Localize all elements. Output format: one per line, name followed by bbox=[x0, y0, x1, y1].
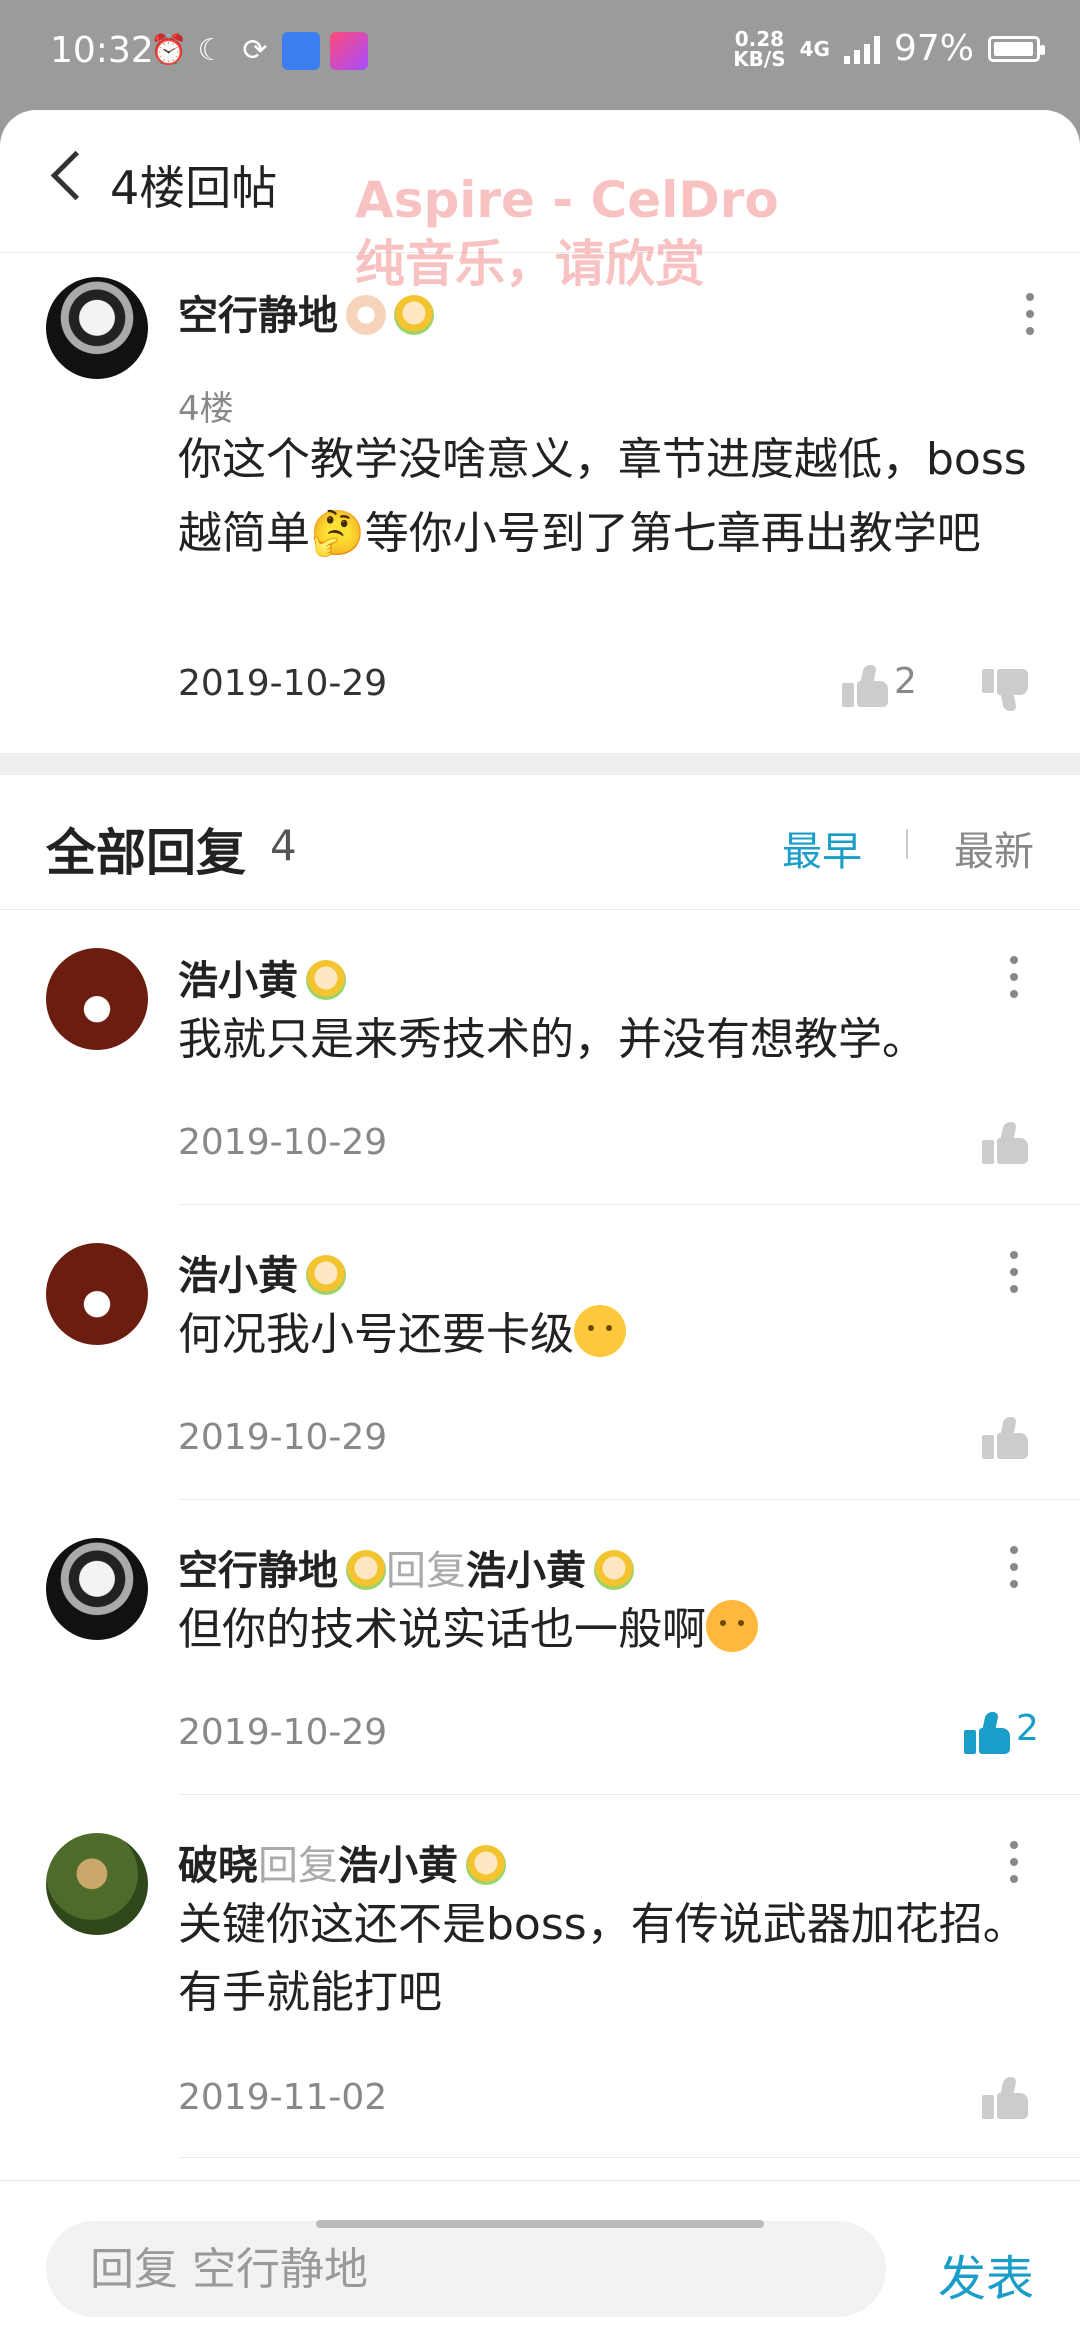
dislike-icon[interactable] bbox=[982, 669, 1028, 711]
reply-item: 浩小黄 何况我小号还要卡级 2019-10-29 bbox=[46, 1205, 1080, 1500]
reply-body: 关键你这还不是boss，有传说武器加花招。有手就能打吧 bbox=[178, 1899, 1027, 2018]
sort-separator bbox=[906, 829, 908, 859]
reply-target-name[interactable]: 浩小黄 bbox=[466, 1548, 586, 1594]
status-bar: 10:32 ⏰ ☾ ⟳ 0.28 KB/S 4G 97% bbox=[0, 0, 1080, 110]
like-icon[interactable] bbox=[842, 665, 888, 707]
reply-text: 何况我小号还要卡级 bbox=[178, 1309, 574, 1360]
avatar[interactable] bbox=[46, 948, 148, 1050]
level-badge-icon bbox=[346, 295, 386, 335]
reply-composer: 发表 bbox=[0, 2180, 1080, 2340]
reply-to-label: 回复 bbox=[386, 1548, 466, 1594]
status-right: 0.28 KB/S 4G 97% bbox=[733, 28, 1045, 69]
reply-author-name: 空行静地 bbox=[178, 1548, 338, 1594]
like-count: 2 bbox=[894, 661, 917, 702]
sync-icon: ⟳ bbox=[242, 33, 268, 68]
header: 4楼回帖 Aspire - CelDro 纯音乐，请欣赏 bbox=[0, 110, 1080, 293]
app-notification-icon bbox=[330, 32, 368, 70]
post-date: 2019-10-29 bbox=[178, 663, 388, 704]
user-badge-icon bbox=[594, 1550, 634, 1590]
shield-app-icon bbox=[282, 32, 320, 70]
more-options-icon[interactable] bbox=[1010, 1841, 1018, 1892]
like-icon[interactable] bbox=[982, 1122, 1028, 1164]
like-icon[interactable] bbox=[982, 1417, 1028, 1459]
replies-header: 全部回复 4 最早 最新 bbox=[0, 775, 1080, 910]
battery-percent: 97% bbox=[893, 28, 974, 69]
user-badge-icon bbox=[466, 1845, 506, 1885]
reply-target-name[interactable]: 浩小黄 bbox=[338, 1843, 458, 1889]
replies-count: 4 bbox=[270, 821, 297, 870]
like-count: 2 bbox=[1016, 1708, 1039, 1749]
status-time: 10:32 bbox=[50, 30, 154, 71]
reply-item: 空行静地 回复浩小黄 但你的技术说实话也一般啊 2019-10-29 2 bbox=[46, 1500, 1080, 1795]
reply-to-label: 回复 bbox=[258, 1843, 338, 1889]
reply-author-name: 浩小黄 bbox=[178, 1253, 298, 1299]
original-post: 空行静地 4楼 你这个教学没啥意义，章节进度越低，boss越简单🤔等你小号到了第… bbox=[0, 253, 1080, 753]
reply-date: 2019-10-29 bbox=[178, 1712, 388, 1753]
more-options-icon[interactable] bbox=[1010, 1251, 1018, 1302]
reply-date: 2019-10-29 bbox=[178, 1122, 388, 1163]
pensive-emoji-icon bbox=[574, 1305, 626, 1357]
reply-author[interactable]: 浩小黄 bbox=[178, 1243, 346, 1301]
avatar[interactable] bbox=[46, 277, 148, 379]
reply-author[interactable]: 空行静地 回复浩小黄 bbox=[178, 1538, 634, 1596]
user-badge-icon bbox=[346, 1550, 386, 1590]
page-title: 4楼回帖 bbox=[110, 161, 278, 215]
network-speed-unit: KB/S bbox=[733, 46, 786, 71]
signal-icon bbox=[843, 34, 880, 64]
reply-input[interactable] bbox=[46, 2221, 886, 2317]
post-author-name: 空行静地 bbox=[178, 293, 338, 339]
reply-body: 但你的技术说实话也一般啊 bbox=[178, 1596, 1038, 1664]
avatar[interactable] bbox=[46, 1243, 148, 1345]
reply-author[interactable]: 破晓回复浩小黄 bbox=[178, 1833, 506, 1891]
reply-item: 浩小黄 我就只是来秀技术的，并没有想教学。 2019-10-29 bbox=[46, 910, 1080, 1205]
more-options-icon[interactable] bbox=[1010, 956, 1018, 1007]
reply-sheet: 4楼回帖 Aspire - CelDro 纯音乐，请欣赏 空行静地 4楼 你这个… bbox=[0, 110, 1080, 2340]
more-options-icon[interactable] bbox=[1010, 1546, 1018, 1597]
network-type: 4G bbox=[799, 36, 830, 61]
avatar[interactable] bbox=[46, 1833, 148, 1935]
sort-latest-tab[interactable]: 最新 bbox=[954, 819, 1034, 877]
sweat-emoji-icon bbox=[706, 1600, 758, 1652]
sort-earliest-tab[interactable]: 最早 bbox=[782, 819, 862, 877]
reply-body: 我就只是来秀技术的，并没有想教学。 bbox=[178, 1014, 926, 1065]
user-badge-icon bbox=[306, 960, 346, 1000]
alarm-icon: ⏰ bbox=[150, 33, 188, 68]
back-arrow-icon[interactable] bbox=[50, 150, 101, 201]
reply-author-name: 破晓 bbox=[178, 1843, 258, 1889]
reply-author-name: 浩小黄 bbox=[178, 958, 298, 1004]
user-badge-icon bbox=[394, 295, 434, 335]
network-speed: 0.28 KB/S bbox=[733, 29, 785, 69]
moon-icon: ☾ bbox=[197, 33, 225, 68]
battery-fill bbox=[994, 41, 1033, 56]
reply-date: 2019-10-29 bbox=[178, 1417, 388, 1458]
user-badge-icon bbox=[306, 1255, 346, 1295]
replies-title: 全部回复 bbox=[46, 824, 246, 882]
section-divider bbox=[0, 753, 1080, 775]
reply-item: 破晓回复浩小黄 关键你这还不是boss，有传说武器加花招。有手就能打吧 2019… bbox=[46, 1795, 1080, 2158]
post-body: 你这个教学没啥意义，章节进度越低，boss越简单🤔等你小号到了第七章再出教学吧 bbox=[178, 434, 1027, 559]
reply-author[interactable]: 浩小黄 bbox=[178, 948, 346, 1006]
battery-icon bbox=[988, 35, 1045, 62]
like-icon[interactable] bbox=[982, 2077, 1028, 2119]
reply-body: 何况我小号还要卡级 bbox=[178, 1301, 1038, 1369]
reply-text: 但你的技术说实话也一般啊 bbox=[178, 1604, 706, 1655]
reply-date: 2019-11-02 bbox=[178, 2077, 388, 2118]
watermark-line-1: Aspire - CelDro bbox=[355, 171, 779, 229]
network-speed-value: 0.28 bbox=[734, 26, 785, 51]
more-options-icon[interactable] bbox=[1026, 293, 1034, 344]
like-icon-active[interactable] bbox=[964, 1712, 1010, 1754]
publish-button[interactable]: 发表 bbox=[938, 2239, 1034, 2309]
status-icons: ⏰ ☾ ⟳ bbox=[150, 32, 368, 70]
avatar[interactable] bbox=[46, 1538, 148, 1640]
home-indicator[interactable] bbox=[316, 2220, 764, 2228]
post-author[interactable]: 空行静地 bbox=[178, 283, 434, 341]
